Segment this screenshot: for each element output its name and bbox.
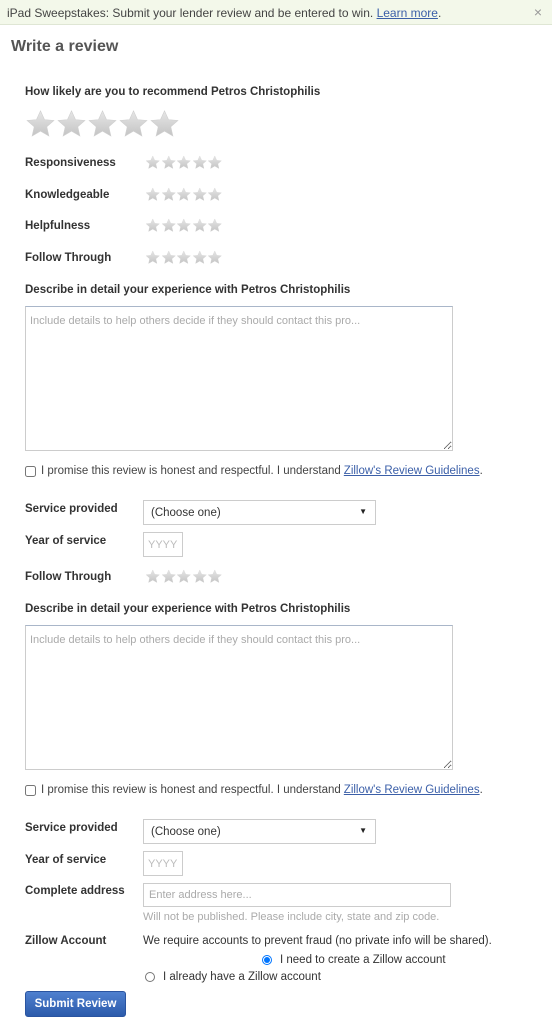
promise-checkbox-row-2[interactable]: I promise this review is honest and resp… — [25, 784, 483, 796]
dropdown-arrow-icon: ▼ — [359, 826, 367, 835]
service-provided-label: Service provided — [25, 503, 118, 515]
radio-existing-account-input[interactable] — [145, 972, 155, 982]
star-icon[interactable] — [176, 218, 192, 233]
radio-existing-account[interactable]: I already have a Zillow account — [145, 971, 321, 983]
follow-through-star-rating[interactable] — [145, 250, 223, 265]
helpfulness-star-rating[interactable] — [145, 218, 223, 233]
rating-label-follow-through: Follow Through — [25, 252, 112, 264]
recommend-label: How likely are you to recommend Petros C… — [25, 86, 321, 98]
learn-more-link[interactable]: Learn more — [377, 6, 438, 20]
promise-checkbox-row[interactable]: I promise this review is honest and resp… — [25, 465, 483, 477]
star-icon[interactable] — [161, 218, 177, 233]
rating-label-helpfulness: Helpfulness — [25, 220, 91, 232]
star-icon[interactable] — [145, 569, 161, 584]
submit-review-button[interactable]: Submit Review — [25, 991, 126, 1017]
star-icon[interactable] — [149, 109, 180, 139]
star-icon[interactable] — [207, 218, 223, 233]
star-icon[interactable] — [118, 109, 149, 139]
star-icon[interactable] — [161, 155, 177, 170]
star-icon[interactable] — [145, 250, 161, 265]
responsiveness-star-rating[interactable] — [145, 155, 223, 170]
recommend-star-rating[interactable] — [25, 109, 180, 139]
review-textarea[interactable] — [25, 306, 453, 451]
star-icon[interactable] — [87, 109, 118, 139]
star-icon[interactable] — [192, 155, 208, 170]
promise-text: I promise this review is honest and resp… — [41, 465, 341, 477]
star-icon[interactable] — [192, 250, 208, 265]
star-icon[interactable] — [161, 569, 177, 584]
star-icon[interactable] — [145, 218, 161, 233]
star-icon[interactable] — [176, 569, 192, 584]
follow-through-label-2: Follow Through — [25, 571, 112, 583]
describe-label: Describe in detail your experience with … — [25, 284, 351, 296]
star-icon[interactable] — [207, 250, 223, 265]
address-input[interactable] — [143, 883, 451, 907]
year-of-service-input-2[interactable] — [143, 851, 183, 876]
service-provided-select-2[interactable]: (Choose one) ▼ — [143, 819, 376, 844]
star-icon[interactable] — [192, 569, 208, 584]
service-provided-value-2: (Choose one) — [151, 826, 221, 838]
star-icon[interactable] — [145, 155, 161, 170]
describe-label-2: Describe in detail your experience with … — [25, 603, 351, 615]
sweepstakes-banner: iPad Sweepstakes: Submit your lender rev… — [0, 0, 552, 25]
banner-text: iPad Sweepstakes: Submit your lender rev… — [7, 6, 374, 20]
radio-create-account[interactable]: I need to create a Zillow account — [262, 954, 446, 966]
review-guidelines-link[interactable]: Zillow's Review Guidelines — [344, 465, 480, 477]
rating-label-knowledgeable: Knowledgeable — [25, 189, 110, 201]
address-hint: Will not be published. Please include ci… — [143, 911, 440, 923]
year-of-service-input[interactable] — [143, 532, 183, 557]
year-of-service-label-2: Year of service — [25, 854, 107, 866]
close-icon[interactable]: × — [534, 4, 542, 20]
service-provided-select[interactable]: (Choose one) ▼ — [143, 500, 376, 525]
star-icon[interactable] — [25, 109, 56, 139]
account-explanation: We require accounts to prevent fraud (no… — [143, 935, 492, 947]
page-title: Write a review — [11, 38, 119, 55]
promise-checkbox-2[interactable] — [25, 784, 36, 796]
star-icon[interactable] — [145, 187, 161, 202]
zillow-account-label: Zillow Account — [25, 935, 107, 947]
complete-address-label: Complete address — [25, 885, 125, 897]
service-provided-label-2: Service provided — [25, 822, 118, 834]
star-icon[interactable] — [192, 187, 208, 202]
star-icon[interactable] — [176, 155, 192, 170]
star-icon[interactable] — [207, 569, 223, 584]
star-icon[interactable] — [192, 218, 208, 233]
follow-through-star-rating-2[interactable] — [145, 569, 223, 584]
promise-text-2: I promise this review is honest and resp… — [41, 784, 341, 796]
knowledgeable-star-rating[interactable] — [145, 187, 223, 202]
radio-create-account-input[interactable] — [262, 955, 272, 965]
star-icon[interactable] — [56, 109, 87, 139]
year-of-service-label: Year of service — [25, 535, 107, 547]
promise-checkbox[interactable] — [25, 465, 36, 477]
star-icon[interactable] — [161, 250, 177, 265]
star-icon[interactable] — [176, 250, 192, 265]
star-icon[interactable] — [161, 187, 177, 202]
review-guidelines-link-2[interactable]: Zillow's Review Guidelines — [344, 784, 480, 796]
review-textarea-2[interactable] — [25, 625, 453, 770]
service-provided-value: (Choose one) — [151, 507, 221, 519]
star-icon[interactable] — [207, 187, 223, 202]
rating-label-responsiveness: Responsiveness — [25, 157, 116, 169]
star-icon[interactable] — [207, 155, 223, 170]
star-icon[interactable] — [176, 187, 192, 202]
dropdown-arrow-icon: ▼ — [359, 507, 367, 516]
